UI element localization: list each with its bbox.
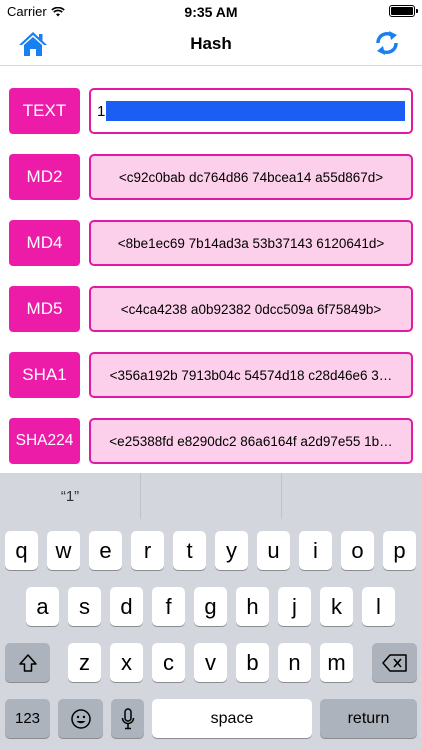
suggestion-bar: “1” xyxy=(0,473,422,519)
text-cursor xyxy=(106,101,405,121)
microphone-icon xyxy=(121,707,134,729)
emoji-icon xyxy=(70,708,91,729)
hash-output-value: <356a192b 7913b04c 54574d18 c28d46e6 3… xyxy=(109,367,393,383)
key-l[interactable]: l xyxy=(362,587,395,626)
numbers-key[interactable]: 123 xyxy=(5,699,50,738)
clock: 9:35 AM xyxy=(184,4,238,20)
key-n[interactable]: n xyxy=(278,643,311,682)
hash-output-value: <e25388fd e8290dc2 86a6164f a2d97e55 1b… xyxy=(109,433,393,449)
hash-output-value: <c4ca4238 a0b92382 0dcc509a 6f75849b> xyxy=(120,301,382,317)
hash-row-text: TEXT 1 xyxy=(9,88,413,134)
key-y[interactable]: y xyxy=(215,531,248,570)
row-label: TEXT xyxy=(9,88,80,134)
key-u[interactable]: u xyxy=(257,531,290,570)
key-t[interactable]: t xyxy=(173,531,206,570)
hash-row-md4: MD4 <8be1ec69 7b14ad3a 53b37143 6120641d… xyxy=(9,220,413,266)
backspace-icon xyxy=(381,653,407,672)
key-c[interactable]: c xyxy=(152,643,185,682)
hash-row-sha224: SHA224 <e25388fd e8290dc2 86a6164f a2d97… xyxy=(9,418,413,464)
hash-output-value: <8be1ec69 7b14ad3a 53b37143 6120641d> xyxy=(117,235,385,251)
suggestion-item[interactable]: “1” xyxy=(0,473,141,519)
key-b[interactable]: b xyxy=(236,643,269,682)
key-v[interactable]: v xyxy=(194,643,227,682)
refresh-button[interactable] xyxy=(372,28,402,58)
hash-output-field[interactable]: <e25388fd e8290dc2 86a6164f a2d97e55 1b… xyxy=(89,418,413,464)
row-label: MD5 xyxy=(9,286,80,332)
key-h[interactable]: h xyxy=(236,587,269,626)
space-key[interactable]: space xyxy=(152,699,312,738)
hash-output-field[interactable]: <356a192b 7913b04c 54574d18 c28d46e6 3… xyxy=(89,352,413,398)
hash-output-field[interactable]: <c92c0bab dc764d86 74bcea14 a55d867d> xyxy=(89,154,413,200)
return-key[interactable]: return xyxy=(320,699,417,738)
key-g[interactable]: g xyxy=(194,587,227,626)
nav-bar: Hash xyxy=(0,22,422,66)
keyboard: “1” q w e r t y u i o p a s d f g h j k … xyxy=(0,473,422,750)
text-input[interactable]: 1 xyxy=(89,88,413,134)
key-s[interactable]: s xyxy=(68,587,101,626)
backspace-key[interactable] xyxy=(372,643,417,682)
suggestion-item-empty[interactable] xyxy=(282,473,422,519)
key-d[interactable]: d xyxy=(110,587,143,626)
hash-row-sha1: SHA1 <356a192b 7913b04c 54574d18 c28d46e… xyxy=(9,352,413,398)
hash-output-field[interactable]: <c4ca4238 a0b92382 0dcc509a 6f75849b> xyxy=(89,286,413,332)
text-input-value: 1 xyxy=(97,102,106,120)
key-w[interactable]: w xyxy=(47,531,80,570)
key-q[interactable]: q xyxy=(5,531,38,570)
key-r[interactable]: r xyxy=(131,531,164,570)
suggestion-item-empty[interactable] xyxy=(141,473,282,519)
hash-output-field[interactable]: <8be1ec69 7b14ad3a 53b37143 6120641d> xyxy=(89,220,413,266)
row-label: SHA224 xyxy=(9,418,80,464)
battery-icon xyxy=(389,5,418,17)
key-p[interactable]: p xyxy=(383,531,416,570)
key-o[interactable]: o xyxy=(341,531,374,570)
hash-row-md5: MD5 <c4ca4238 a0b92382 0dcc509a 6f75849b… xyxy=(9,286,413,332)
key-k[interactable]: k xyxy=(320,587,353,626)
refresh-icon xyxy=(376,31,398,55)
page-title: Hash xyxy=(190,34,232,53)
key-f[interactable]: f xyxy=(152,587,185,626)
row-label: SHA1 xyxy=(9,352,80,398)
emoji-key[interactable] xyxy=(58,699,103,738)
key-z[interactable]: z xyxy=(68,643,101,682)
key-a[interactable]: a xyxy=(26,587,59,626)
key-m[interactable]: m xyxy=(320,643,353,682)
row-label: MD2 xyxy=(9,154,80,200)
key-e[interactable]: e xyxy=(89,531,122,570)
hash-output-value: <c92c0bab dc764d86 74bcea14 a55d867d> xyxy=(118,169,384,185)
key-x[interactable]: x xyxy=(110,643,143,682)
row-label: MD4 xyxy=(9,220,80,266)
key-j[interactable]: j xyxy=(278,587,311,626)
dictation-key[interactable] xyxy=(111,699,144,738)
key-i[interactable]: i xyxy=(299,531,332,570)
shift-key[interactable] xyxy=(5,643,50,682)
hash-row-md2: MD2 <c92c0bab dc764d86 74bcea14 a55d867d… xyxy=(9,154,413,200)
status-bar: Carrier 9:35 AM xyxy=(0,0,422,22)
shift-icon xyxy=(18,653,37,672)
